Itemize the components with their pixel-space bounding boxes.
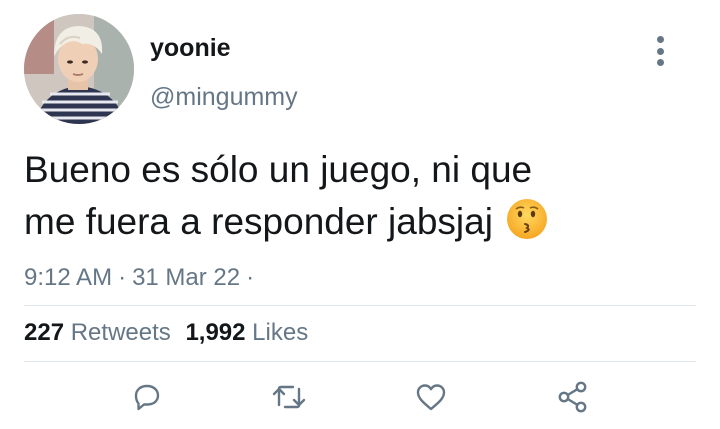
separator: · [118,264,127,291]
tweet-time: 9:12 AM [24,264,113,291]
reply-button[interactable] [122,372,172,422]
retweet-icon [272,385,306,409]
dot [656,59,664,66]
kissing-face-emoji-icon [506,199,547,239]
tweet-actions [0,372,720,422]
likes-count: 1,992 [185,319,246,346]
tweet-text-line-2: me fuera a responder jabsjaj [24,196,694,248]
display-name[interactable]: yoonie [150,34,231,63]
retweets-count: 227 [24,319,65,346]
retweets-label: Retweets [70,319,171,346]
tweet-text-line-1: Bueno es sólo un juego, ni que [24,149,533,190]
avatar[interactable] [24,14,134,124]
likes-label: Likes [252,319,309,346]
tweet-stats: 227 Retweets 1,992 Likes [24,319,308,347]
retweets-stat[interactable]: 227 Retweets [24,319,171,346]
share-button[interactable] [548,372,598,422]
tweet-text-line-2-text: me fuera a responder jabsjaj [24,201,493,242]
tweet-date: 31 Mar 22 [132,264,241,291]
dot [656,36,664,43]
share-icon [558,381,587,413]
reply-icon [134,384,160,411]
tweet-timestamp[interactable]: 9:12 AM · 31 Mar 22 · [24,264,260,292]
divider [24,305,696,306]
avatar-photo-icon [24,14,134,124]
more-options-icon[interactable] [648,34,672,68]
divider [24,361,696,362]
like-button[interactable] [406,372,456,422]
tweet-card: yoonie @mingummy Bueno es sólo un juego,… [0,0,720,429]
separator: · [246,264,255,291]
likes-stat[interactable]: 1,992 Likes [185,319,308,346]
dot [656,47,664,55]
tweet-text: Bueno es sólo un juego, ni que me fuera … [24,144,694,248]
retweet-button[interactable] [264,372,314,422]
user-handle[interactable]: @mingummy [150,83,298,112]
like-icon [416,384,446,411]
